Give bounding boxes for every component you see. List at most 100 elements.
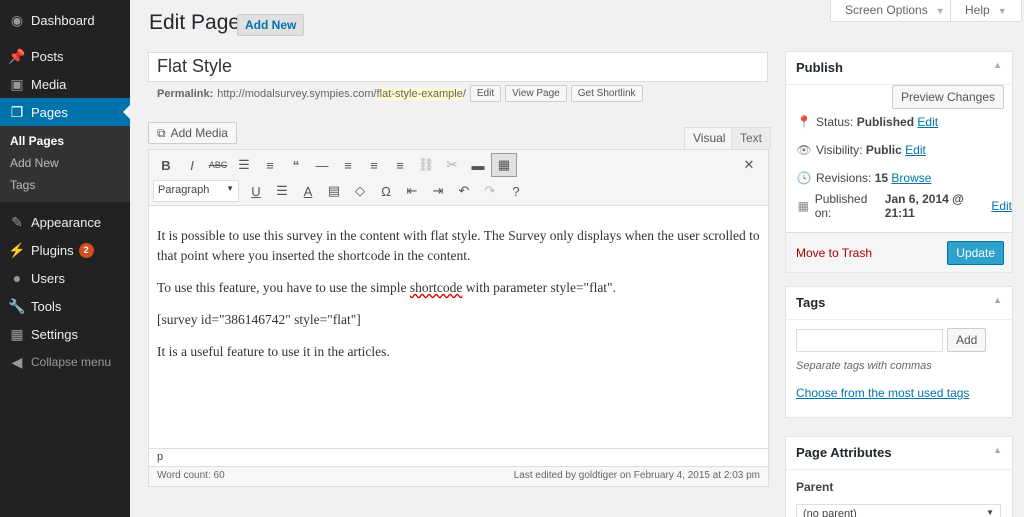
caret-down-icon: ▼ (226, 184, 234, 193)
menu-posts[interactable]: 📌 Posts (0, 42, 130, 70)
view-page-button[interactable]: View Page (505, 85, 567, 102)
parent-select[interactable]: (no parent) ▼ (796, 504, 1001, 517)
indent-icon[interactable]: ⇥ (425, 179, 451, 203)
revisions-value: 15 (874, 171, 889, 185)
word-count: Word count: 60 (157, 470, 225, 481)
menu-media[interactable]: ▣ Media (0, 70, 130, 98)
permalink-slug[interactable]: flat-style-example (376, 87, 463, 100)
edit-visibility-link[interactable]: Edit (905, 143, 926, 157)
format-value: Paragraph (158, 184, 210, 196)
update-button[interactable]: Update (947, 240, 1004, 265)
help-icon[interactable]: ? (503, 179, 529, 203)
caret-up-icon[interactable]: ▲ (993, 60, 1002, 76)
special-char-icon[interactable]: Ω (373, 179, 399, 203)
toolbar-toggle-icon[interactable]: ▦ (491, 153, 517, 177)
redo-icon[interactable]: ↷ (477, 179, 503, 203)
tag-input[interactable] (796, 328, 943, 352)
browse-revisions-link[interactable]: Browse (891, 171, 931, 185)
media-icon: ⧉ (157, 125, 166, 140)
pin-icon: 📍 (796, 115, 812, 129)
post-title-input[interactable]: Flat Style (148, 52, 768, 82)
help-tab[interactable]: Help ▼ (950, 0, 1022, 22)
align-left-icon[interactable]: ≡ (335, 153, 361, 177)
parent-label: Parent (796, 480, 834, 494)
caret-up-icon[interactable]: ▲ (993, 295, 1002, 311)
edit-permalink-button[interactable]: Edit (469, 85, 502, 102)
menu-settings[interactable]: ▦ Settings (0, 320, 130, 348)
caret-up-icon[interactable]: ▲ (993, 445, 1002, 461)
edit-date-link[interactable]: Edit (991, 199, 1012, 213)
link-icon[interactable]: ⛓ (413, 153, 439, 177)
caret-down-icon: ▼ (997, 6, 1007, 16)
collapse-icon: ◀ (11, 353, 23, 370)
menu-label: Posts (31, 48, 64, 64)
preview-changes-button[interactable]: Preview Changes (891, 85, 1004, 109)
menu-label: Dashboard (31, 12, 95, 28)
screen-options-tab[interactable]: Screen Options ▼ (830, 0, 960, 22)
italic-icon[interactable]: I (179, 153, 205, 177)
align-center-icon[interactable]: ≡ (361, 153, 387, 177)
menu-tools[interactable]: 🔧 Tools (0, 292, 130, 320)
horizontal-line-icon[interactable]: — (309, 153, 335, 177)
menu-users[interactable]: ● Users (0, 264, 130, 292)
fullscreen-icon[interactable]: ✕ (736, 153, 762, 177)
choose-tags-link[interactable]: Choose from the most used tags (796, 386, 969, 400)
add-tag-button[interactable]: Add (947, 328, 987, 352)
editor-content[interactable]: It is possible to use this survey in the… (149, 206, 768, 362)
calendar-icon: ▦ (797, 199, 810, 213)
menu-appearance[interactable]: ✎ Appearance (0, 208, 130, 236)
add-media-button[interactable]: ⧉ Add Media (148, 122, 237, 144)
move-to-trash-link[interactable]: Move to Trash (796, 246, 872, 260)
menu-dashboard[interactable]: ◉ Dashboard (0, 6, 130, 34)
published-row: ▦ Published on: Jan 6, 2014 @ 21:11 Edit (786, 192, 1012, 220)
submenu-add-new[interactable]: Add New (0, 152, 130, 174)
menu-pages[interactable]: ❐ Pages (0, 98, 130, 126)
paragraph: It is a useful feature to use it in the … (157, 344, 390, 359)
admin-sidebar: ◉ Dashboard 📌 Posts ▣ Media ❐ Pages All Page… (0, 0, 130, 517)
outdent-icon[interactable]: ⇤ (399, 179, 425, 203)
blockquote-icon[interactable]: “ (283, 153, 309, 177)
align-right-icon[interactable]: ≡ (387, 153, 413, 177)
edit-status-link[interactable]: Edit (917, 115, 938, 129)
published-label: Published on: (814, 192, 868, 220)
menu-plugins[interactable]: ⚡ Plugins 2 (0, 236, 130, 264)
settings-icon: ▦ (10, 325, 24, 342)
permalink-label: Permalink: (157, 87, 214, 100)
bold-icon[interactable]: B (153, 153, 179, 177)
numbered-list-icon[interactable]: ≡ (257, 153, 283, 177)
text-color-icon[interactable]: A (295, 179, 321, 203)
collapse-menu-button[interactable]: ◀ Collapse menu (0, 348, 130, 376)
unlink-icon[interactable]: ✂ (439, 153, 465, 177)
editor-status-bar: Word count: 60 Last edited by goldtiger … (149, 466, 768, 486)
update-count-badge: 2 (78, 242, 94, 258)
media-icon: ▣ (10, 75, 24, 92)
pages-submenu: All Pages Add New Tags (0, 126, 130, 202)
submenu-all-pages[interactable]: All Pages (0, 130, 130, 152)
get-shortlink-button[interactable]: Get Shortlink (570, 85, 643, 102)
format-select[interactable]: Paragraph ▼ (153, 180, 239, 202)
tab-text[interactable]: Text (731, 127, 772, 149)
clear-format-icon[interactable]: ◇ (347, 179, 373, 203)
underline-icon[interactable]: U (243, 179, 269, 203)
publish-header[interactable]: Publish ▲ (786, 52, 1012, 85)
add-new-button[interactable]: Add New (237, 14, 305, 36)
undo-icon[interactable]: ↶ (451, 179, 477, 203)
strikethrough-icon[interactable]: ABC (205, 153, 231, 177)
tab-visual[interactable]: Visual (684, 127, 735, 149)
bullet-list-icon[interactable]: ☰ (231, 153, 257, 177)
paragraph: [survey id="386146742" style="flat"] (157, 312, 361, 327)
page-title: Edit Page (149, 11, 241, 34)
visibility-value: Public (865, 143, 902, 157)
content-editor: B I ABC ☰ ≡ “ — ≡ ≡ ≡ ⛓ ✂ ▬ ▦ ✕ Paragrap… (148, 149, 769, 487)
justify-icon[interactable]: ☰ (269, 179, 295, 203)
tags-hint: Separate tags with commas (796, 360, 932, 372)
status-value: Published (856, 115, 915, 129)
read-more-icon[interactable]: ▬ (465, 153, 491, 177)
paste-text-icon[interactable]: ▤ (321, 179, 347, 203)
submenu-tags[interactable]: Tags (0, 174, 130, 196)
tags-header[interactable]: Tags ▲ (786, 287, 1012, 320)
visibility-label: Visibility: (816, 143, 863, 157)
page-attributes-header[interactable]: Page Attributes ▲ (786, 437, 1012, 470)
menu-label: Appearance (31, 214, 102, 230)
help-label: Help (965, 3, 990, 17)
